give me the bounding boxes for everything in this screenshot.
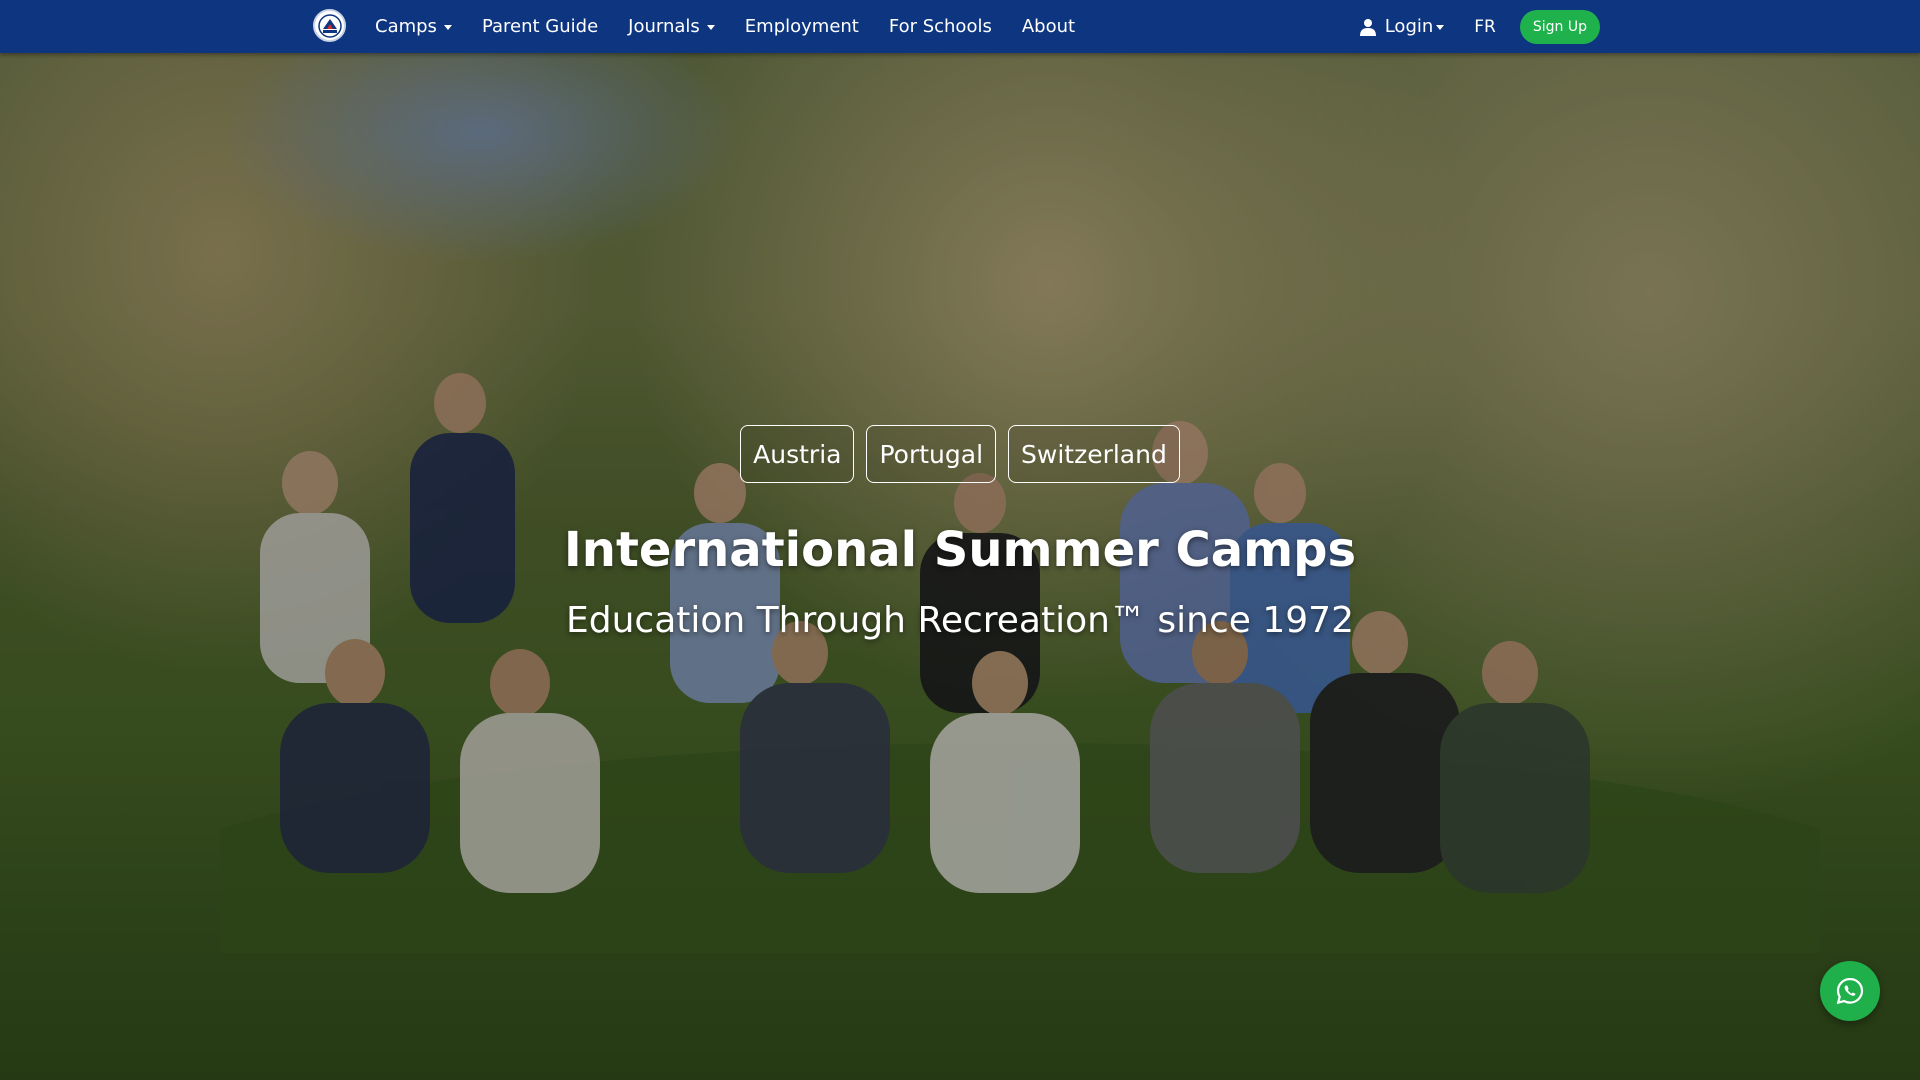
nav-item-about[interactable]: About xyxy=(1022,0,1075,53)
nav-item-label: Employment xyxy=(744,16,859,37)
chevron-down-icon xyxy=(443,25,452,30)
nav-item-camps[interactable]: Camps xyxy=(375,0,452,53)
login-label: Login xyxy=(1384,16,1434,37)
country-buttons: Austria Portugal Switzerland xyxy=(0,425,1920,483)
nav-item-parent-guide[interactable]: Parent Guide xyxy=(482,0,598,53)
language-switch[interactable]: FR xyxy=(1474,17,1496,37)
hero-title: International Summer Camps xyxy=(563,522,1357,578)
top-navbar: Camps Parent Guide Journals Employment F… xyxy=(0,0,1920,53)
hero-subtitle: Education Through Recreation™ since 1972 xyxy=(566,600,1354,641)
nav-item-label: Parent Guide xyxy=(481,16,599,37)
country-button-switzerland[interactable]: Switzerland xyxy=(1008,425,1180,483)
whatsapp-icon xyxy=(1836,977,1864,1005)
camp-logo-icon[interactable] xyxy=(313,9,346,42)
signup-button[interactable]: Sign Up xyxy=(1519,9,1600,44)
user-icon xyxy=(1359,18,1377,36)
nav-item-label: For Schools xyxy=(888,16,992,37)
nav-item-label: About xyxy=(1021,16,1076,37)
nav-item-label: Journals xyxy=(628,16,700,37)
whatsapp-button[interactable] xyxy=(1820,961,1880,1021)
main-nav: Camps Parent Guide Journals Employment F… xyxy=(375,0,1105,53)
nav-item-for-schools[interactable]: For Schools xyxy=(889,0,992,53)
nav-item-journals[interactable]: Journals xyxy=(628,0,715,53)
chevron-down-icon xyxy=(1436,25,1445,30)
nav-item-label: Camps xyxy=(375,16,437,37)
chevron-down-icon xyxy=(706,25,715,30)
nav-item-employment[interactable]: Employment xyxy=(745,0,859,53)
country-button-portugal[interactable]: Portugal xyxy=(866,425,997,483)
nav-right: Login FR Sign Up xyxy=(1359,0,1600,53)
country-button-austria[interactable]: Austria xyxy=(740,425,855,483)
login-dropdown[interactable]: Login xyxy=(1359,16,1445,37)
